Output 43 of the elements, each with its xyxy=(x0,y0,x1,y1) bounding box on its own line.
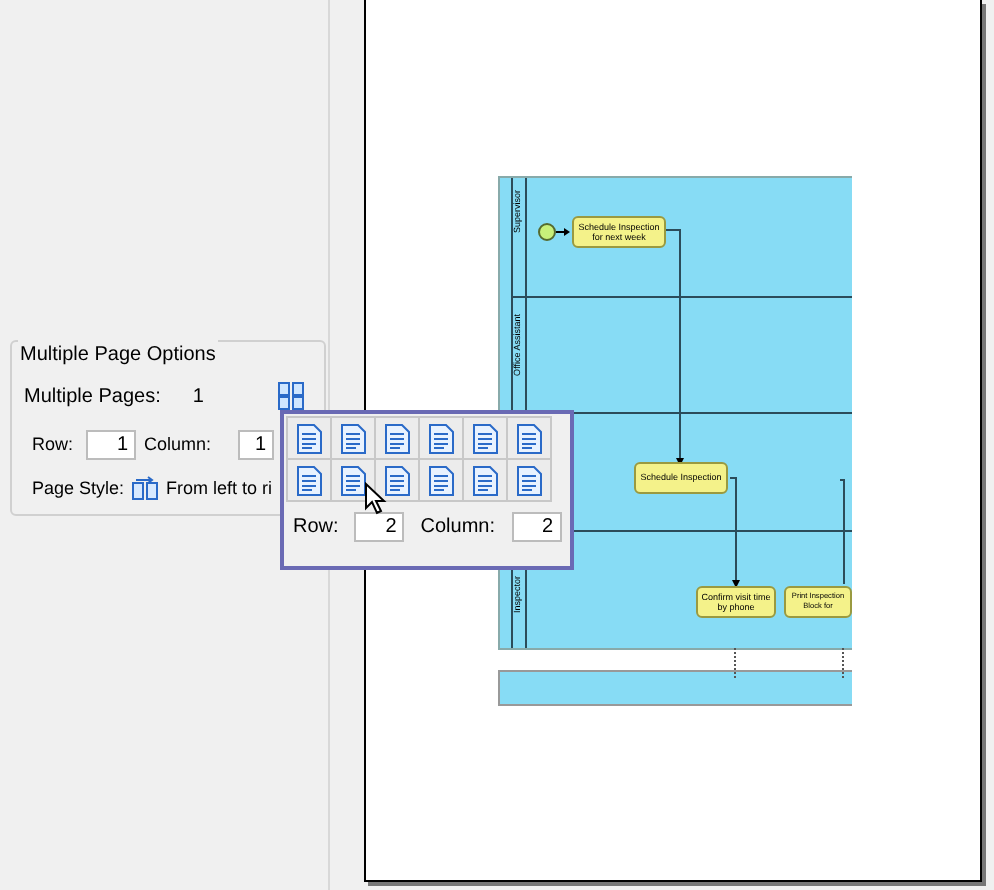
dotted-connector xyxy=(840,648,846,678)
page-icon xyxy=(472,465,498,495)
flow-arrow xyxy=(555,228,570,236)
page-style-value[interactable]: From left to ri xyxy=(166,476,273,503)
page-icon xyxy=(296,465,322,495)
page-grid-cell[interactable] xyxy=(418,416,464,460)
page-grid-cell[interactable] xyxy=(506,458,552,502)
mouse-cursor-icon xyxy=(364,482,388,516)
dotted-connector xyxy=(732,648,738,678)
row-label: Row: xyxy=(32,431,76,458)
popup-column-label: Column: xyxy=(420,514,496,542)
page-icon xyxy=(428,465,454,495)
multiple-pages-label: Multiple Pages: xyxy=(24,383,161,411)
page-icon xyxy=(384,423,410,453)
page-grid-cell[interactable] xyxy=(374,416,420,460)
page-grid-cell[interactable] xyxy=(330,416,376,460)
page-grid-cell[interactable] xyxy=(462,458,508,502)
popup-row-field[interactable]: 2 xyxy=(354,512,405,542)
page-grid-cell[interactable] xyxy=(418,458,464,502)
grid-pages-icon[interactable] xyxy=(278,382,304,410)
page-icon xyxy=(296,423,322,453)
page-icon xyxy=(428,423,454,453)
page-icon xyxy=(516,465,542,495)
page-style-label: Page Style: xyxy=(32,476,125,502)
page-icon xyxy=(340,465,366,495)
page-order-icon[interactable] xyxy=(132,476,159,503)
popup-column-field[interactable]: 2 xyxy=(511,512,562,542)
page-icon xyxy=(516,423,542,453)
popup-row-label: Row: xyxy=(292,514,339,542)
start-event xyxy=(538,223,556,241)
row-field[interactable]: 1 xyxy=(86,430,136,460)
page-grid-cell[interactable] xyxy=(374,458,420,502)
page-icon xyxy=(472,423,498,453)
page-icon xyxy=(384,465,410,495)
page-icon xyxy=(340,423,366,453)
multiple-pages-value: 1 xyxy=(192,383,204,411)
column-label: Column: xyxy=(144,431,214,458)
column-field[interactable]: 1 xyxy=(238,430,274,460)
page-grid-cell[interactable] xyxy=(462,416,508,460)
page-grid-cell[interactable] xyxy=(286,458,332,502)
page-grid-cell[interactable] xyxy=(286,416,332,460)
group-title: Multiple Page Options xyxy=(18,340,218,370)
page-grid-cell[interactable] xyxy=(506,416,552,460)
